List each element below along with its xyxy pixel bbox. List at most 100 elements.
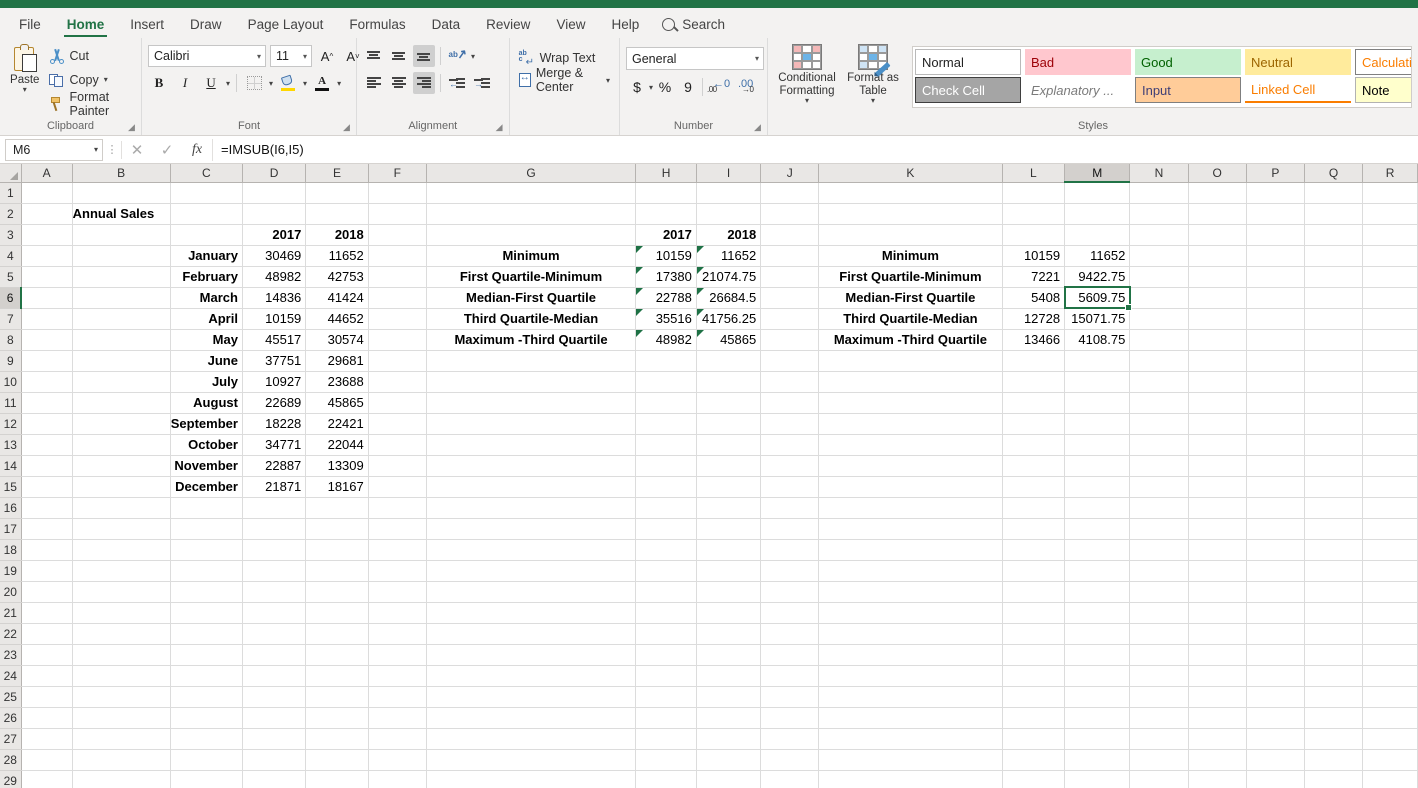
cell-K9[interactable] [818, 350, 1003, 372]
cell-Q27[interactable] [1304, 728, 1364, 750]
cell-N10[interactable] [1129, 371, 1189, 393]
cell-N15[interactable] [1129, 476, 1189, 498]
cell-Q17[interactable] [1304, 518, 1364, 540]
cell-H16[interactable] [635, 497, 697, 519]
cell-Q8[interactable] [1304, 329, 1364, 351]
cell-I26[interactable] [696, 707, 762, 729]
cell-M14[interactable] [1064, 455, 1131, 477]
cell-C29[interactable] [170, 770, 243, 788]
cell-K7[interactable]: Third Quartile-Median [818, 308, 1003, 330]
cell-K23[interactable] [818, 644, 1003, 666]
cell-C7[interactable]: April [170, 308, 243, 330]
cell-O11[interactable] [1188, 392, 1247, 414]
cell-K25[interactable] [818, 686, 1003, 708]
cell-Q5[interactable] [1304, 266, 1364, 288]
column-header-J[interactable]: J [760, 164, 820, 183]
number-format-combo[interactable]: General ▾ [625, 47, 764, 70]
cell-B20[interactable] [72, 581, 171, 603]
cell-F14[interactable] [368, 455, 427, 477]
align-right-button[interactable] [413, 72, 436, 94]
cell-E3[interactable]: 2018 [305, 224, 369, 246]
cell-P28[interactable] [1246, 749, 1305, 771]
cell-K3[interactable] [818, 224, 1003, 246]
cell-C16[interactable] [170, 497, 243, 519]
cell-H7[interactable]: 35516 [635, 308, 697, 330]
cell-E19[interactable] [305, 560, 369, 582]
row-header-8[interactable]: 8 [0, 329, 22, 351]
cell-Q21[interactable] [1304, 602, 1364, 624]
cell-O7[interactable] [1188, 308, 1247, 330]
cell-H26[interactable] [635, 707, 697, 729]
chevron-down-icon[interactable]: ▾ [226, 79, 230, 87]
row-header-14[interactable]: 14 [0, 455, 22, 477]
column-header-P[interactable]: P [1246, 164, 1305, 183]
cell-C13[interactable]: October [170, 434, 243, 456]
cell-L5[interactable]: 7221 [1002, 266, 1066, 288]
cell-N24[interactable] [1129, 665, 1189, 687]
cell-F18[interactable] [368, 539, 427, 561]
cell-B14[interactable] [72, 455, 171, 477]
cell-F2[interactable] [368, 203, 427, 225]
cell-E17[interactable] [305, 518, 369, 540]
cell-F24[interactable] [368, 665, 427, 687]
cell-F10[interactable] [368, 371, 427, 393]
ribbon-tab-file[interactable]: File [6, 13, 54, 38]
cell-D16[interactable] [242, 497, 307, 519]
cell-I23[interactable] [696, 644, 762, 666]
cell-N8[interactable] [1129, 329, 1189, 351]
cell-H4[interactable]: 10159 [635, 245, 697, 267]
italic-button[interactable]: I [174, 72, 196, 94]
row-header-7[interactable]: 7 [0, 308, 22, 330]
chevron-down-icon[interactable]: ▾ [606, 76, 610, 84]
cell-E10[interactable]: 23688 [305, 371, 369, 393]
cell-I7[interactable]: 41756.25 [696, 308, 762, 330]
cell-D27[interactable] [242, 728, 307, 750]
cell-E16[interactable] [305, 497, 369, 519]
cell-R11[interactable] [1362, 392, 1418, 414]
cell-I9[interactable] [696, 350, 762, 372]
cell-M28[interactable] [1064, 749, 1131, 771]
cell-C6[interactable]: March [170, 287, 243, 309]
cell-O12[interactable] [1188, 413, 1247, 435]
cell-J23[interactable] [760, 644, 820, 666]
cell-N22[interactable] [1129, 623, 1189, 645]
cell-J28[interactable] [760, 749, 820, 771]
cell-G13[interactable] [426, 434, 637, 456]
column-header-N[interactable]: N [1129, 164, 1189, 183]
cell-P23[interactable] [1246, 644, 1305, 666]
cell-H2[interactable] [635, 203, 697, 225]
conditional-formatting-button[interactable]: Conditional Formatting ▾ [774, 44, 840, 105]
cell-D26[interactable] [242, 707, 307, 729]
cell-H17[interactable] [635, 518, 697, 540]
cell-D10[interactable]: 10927 [242, 371, 307, 393]
column-header-R[interactable]: R [1362, 164, 1418, 183]
cell-E11[interactable]: 45865 [305, 392, 369, 414]
column-header-H[interactable]: H [635, 164, 697, 183]
cell-P6[interactable] [1246, 287, 1305, 309]
cell-Q13[interactable] [1304, 434, 1364, 456]
copy-button[interactable]: Copy ▾ [46, 69, 135, 90]
fill-color-button[interactable] [277, 72, 299, 94]
cell-C23[interactable] [170, 644, 243, 666]
cell-style-linked-cell[interactable]: Linked Cell [1244, 77, 1351, 103]
cell-B1[interactable] [72, 182, 171, 204]
increase-indent-button[interactable]: → [471, 72, 493, 94]
cell-G3[interactable] [426, 224, 637, 246]
cell-K4[interactable]: Minimum [818, 245, 1003, 267]
cell-J29[interactable] [760, 770, 820, 788]
cell-Q4[interactable] [1304, 245, 1364, 267]
cell-O8[interactable] [1188, 329, 1247, 351]
chevron-down-icon[interactable]: ▾ [805, 97, 809, 105]
increase-font-size-button[interactable]: A ^ [316, 45, 338, 67]
cell-M15[interactable] [1064, 476, 1131, 498]
cell-F29[interactable] [368, 770, 427, 788]
cell-G4[interactable]: Minimum [426, 245, 637, 267]
cell-R22[interactable] [1362, 623, 1418, 645]
cell-L15[interactable] [1002, 476, 1066, 498]
cell-F23[interactable] [368, 644, 427, 666]
cell-K11[interactable] [818, 392, 1003, 414]
cell-F13[interactable] [368, 434, 427, 456]
row-header-19[interactable]: 19 [0, 560, 22, 582]
cell-E14[interactable]: 13309 [305, 455, 369, 477]
cell-K2[interactable] [818, 203, 1003, 225]
